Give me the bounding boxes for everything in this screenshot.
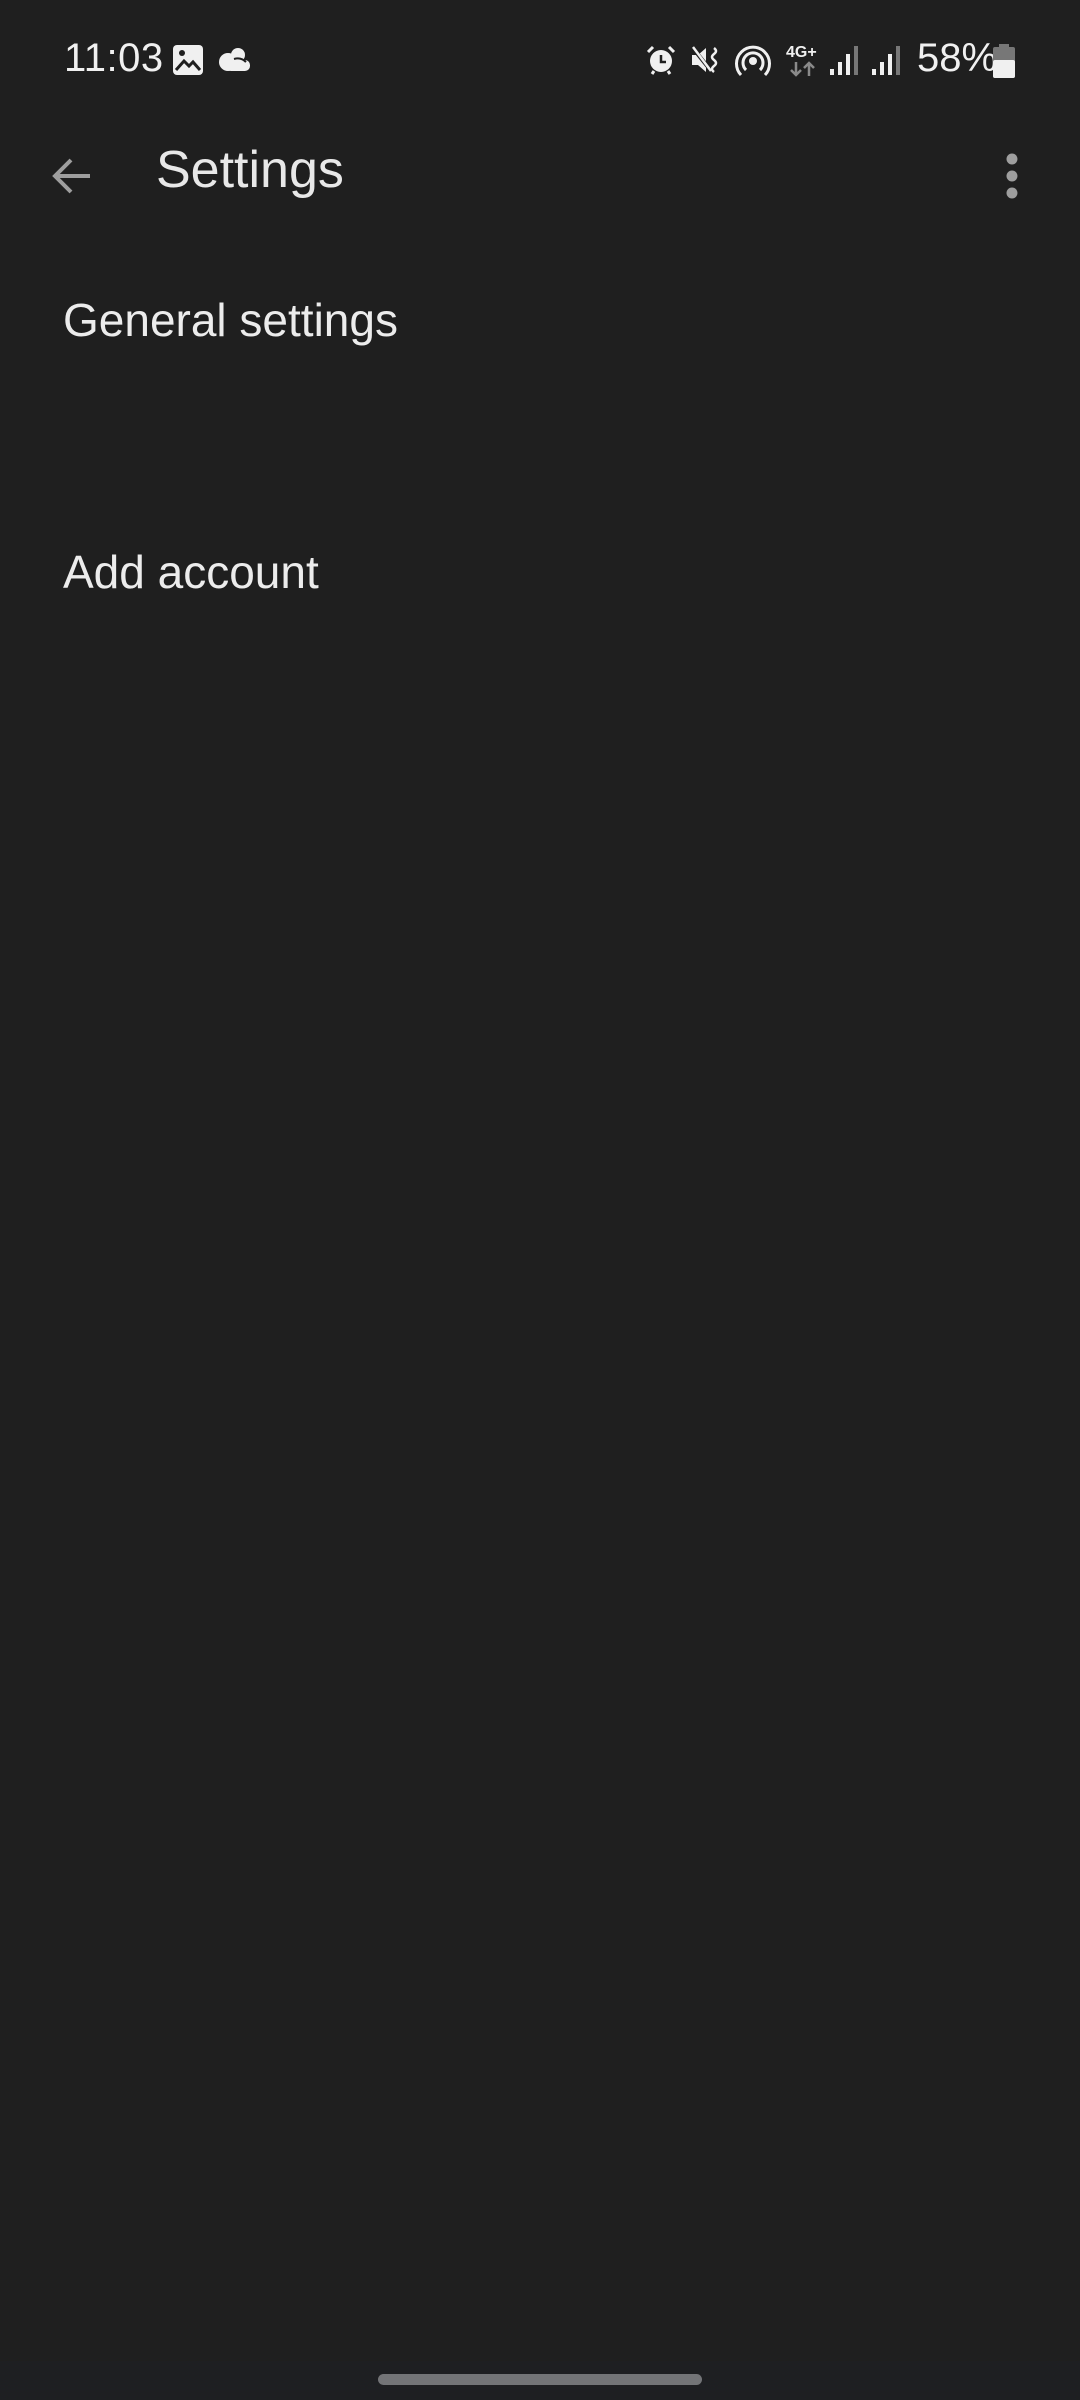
battery-icon: [993, 44, 1015, 78]
cloud-icon: [219, 48, 250, 71]
add-account-item[interactable]: Add account: [0, 492, 1080, 652]
signal-icon-sim1: [830, 46, 858, 75]
status-bar: 11:03 4G+ 58%: [0, 0, 1080, 120]
add-account-label: Add account: [63, 546, 319, 598]
hotspot-icon: [735, 45, 771, 77]
status-time: 11:03: [64, 36, 164, 80]
network-type-label: 4G+: [786, 44, 817, 61]
4g-plus-data-icon: 4G+: [786, 44, 820, 78]
mute-vibrate-icon: [690, 45, 718, 74]
signal-icon-sim2: [872, 46, 900, 75]
back-button[interactable]: [30, 134, 114, 218]
navigation-bar: [0, 2361, 1080, 2400]
gesture-handle[interactable]: [378, 2374, 702, 2385]
more-vert-icon: [1006, 153, 1018, 199]
page-title: Settings: [156, 141, 344, 199]
gallery-icon: [173, 45, 203, 75]
general-settings-label: General settings: [63, 294, 398, 346]
data-arrows-icon: [790, 61, 815, 77]
arrow-back-icon: [52, 158, 90, 194]
battery-percent: 58%: [917, 36, 998, 80]
general-settings-item[interactable]: General settings: [0, 240, 1080, 400]
app-bar: Settings: [0, 120, 1080, 224]
alarm-icon: [646, 45, 676, 75]
more-options-button[interactable]: [970, 134, 1054, 218]
